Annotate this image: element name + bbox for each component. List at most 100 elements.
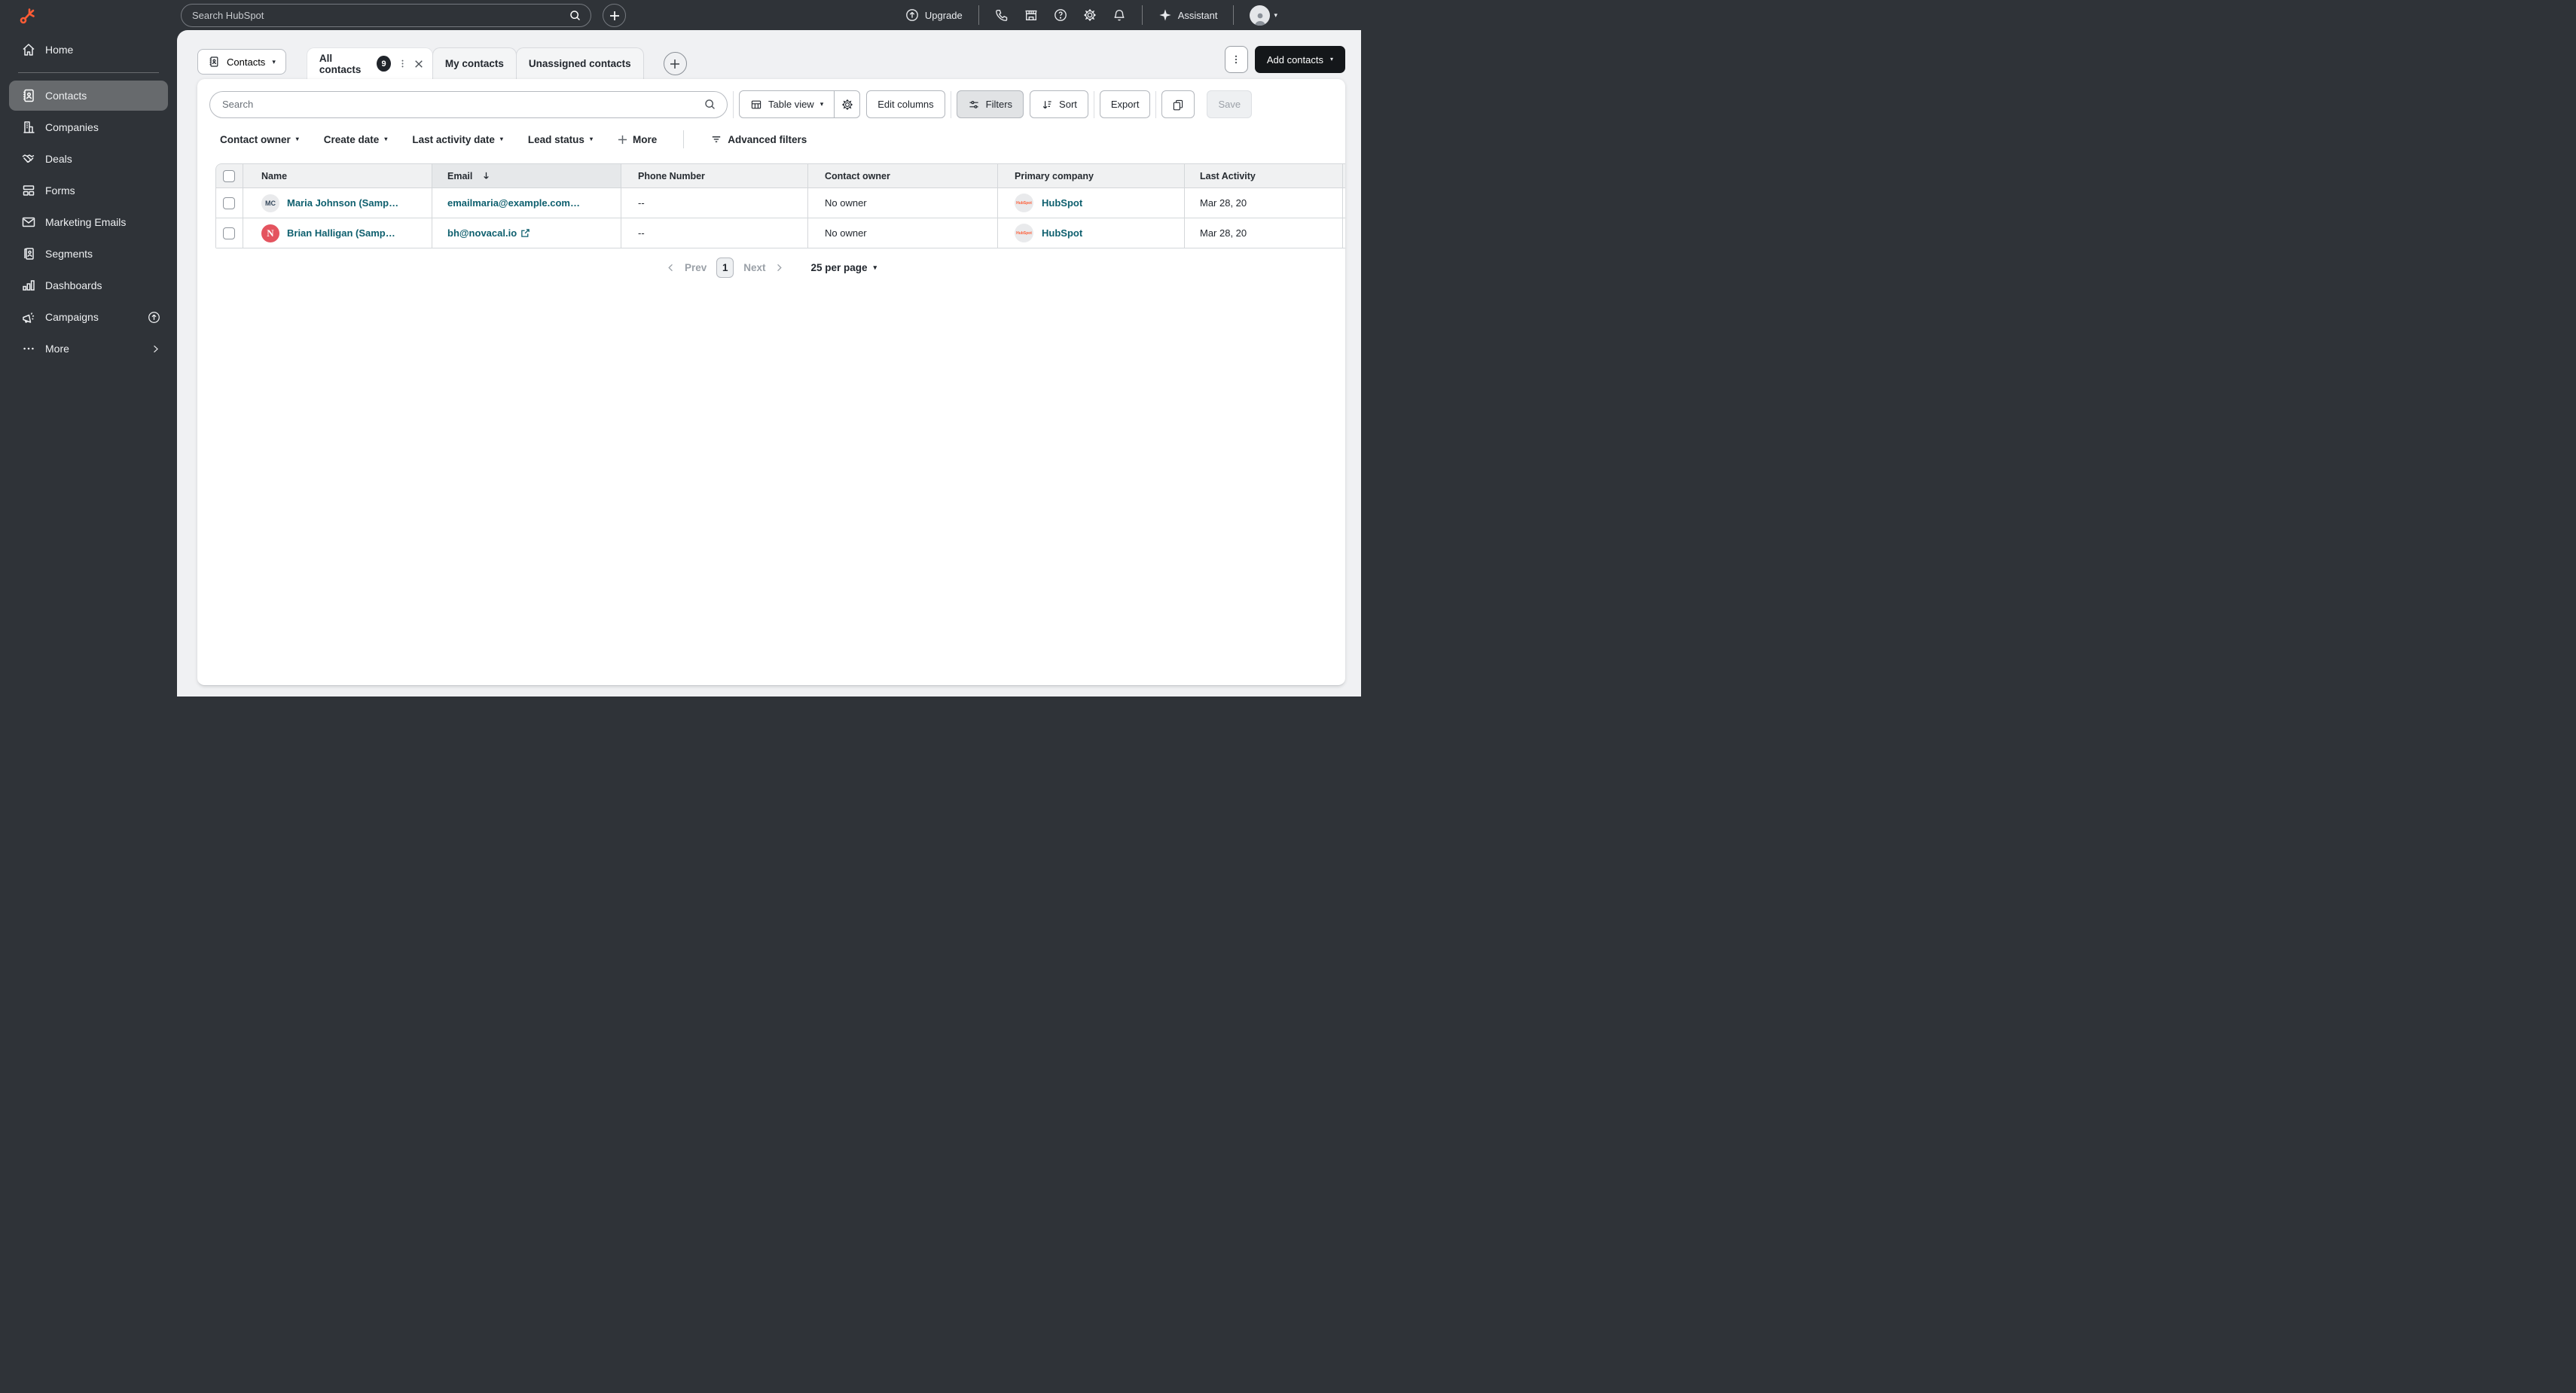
- sidebar-item-dashboards[interactable]: Dashboards: [9, 270, 168, 300]
- tab-all-contacts[interactable]: All contacts 9: [306, 47, 433, 79]
- select-all-cell: [216, 164, 243, 187]
- hubspot-logo[interactable]: [18, 7, 36, 25]
- contacts-table: Name Email Phone Number Contact owner Pr…: [215, 163, 1345, 248]
- last-activity-cell: Mar 28, 20: [1185, 188, 1343, 218]
- filter-last-activity-date[interactable]: Last activity date ▾: [412, 134, 503, 145]
- sidebar: Home Contacts Companies Deals Forms Mark…: [0, 30, 177, 696]
- company-link[interactable]: HubSpot: [1042, 197, 1082, 209]
- save-view-button[interactable]: Save: [1207, 90, 1253, 118]
- table-search-input[interactable]: [222, 99, 704, 110]
- sidebar-item-forms[interactable]: Forms: [9, 175, 168, 206]
- column-header-name[interactable]: Name: [243, 164, 432, 187]
- more-filters-button[interactable]: More: [618, 134, 657, 145]
- contact-name-link[interactable]: Maria Johnson (Samp…: [287, 197, 398, 209]
- close-tab-icon[interactable]: [414, 59, 423, 69]
- column-header-last-activity[interactable]: Last Activity: [1185, 164, 1343, 187]
- sidebar-item-segments[interactable]: Segments: [9, 239, 168, 269]
- sidebar-item-marketing-emails[interactable]: Marketing Emails: [9, 207, 168, 237]
- sidebar-item-deals[interactable]: Deals: [9, 144, 168, 174]
- filters-icon: [968, 99, 980, 111]
- sidebar-item-home[interactable]: Home: [9, 35, 168, 65]
- next-page-button[interactable]: Next: [743, 262, 784, 273]
- assistant-button[interactable]: Assistant: [1158, 8, 1217, 22]
- clone-view-button[interactable]: [1161, 90, 1195, 118]
- tab-options-kebab-icon[interactable]: [398, 59, 407, 69]
- divider: [1141, 5, 1143, 25]
- page-options-kebab-button[interactable]: [1224, 46, 1248, 73]
- add-contacts-button[interactable]: Add contacts ▾: [1254, 46, 1345, 73]
- prev-page-button[interactable]: Prev: [666, 262, 707, 273]
- global-search-input[interactable]: [192, 10, 569, 21]
- sort-descending-icon: [481, 171, 491, 181]
- table-view-dropdown[interactable]: Table view ▾: [739, 90, 835, 118]
- per-page-dropdown[interactable]: 25 per page ▾: [810, 262, 877, 273]
- company-link[interactable]: HubSpot: [1042, 227, 1082, 239]
- advanced-filters-button[interactable]: Advanced filters: [710, 133, 807, 145]
- row-select-cell: [216, 188, 243, 218]
- sidebar-item-more[interactable]: More: [9, 334, 168, 364]
- calling-icon[interactable]: [995, 8, 1009, 22]
- upgrade-circle-icon: [148, 311, 160, 324]
- tab-my-contacts[interactable]: My contacts: [432, 47, 517, 79]
- select-all-checkbox[interactable]: [223, 169, 235, 182]
- divider: [1155, 90, 1157, 118]
- column-header-phone[interactable]: Phone Number: [621, 164, 808, 187]
- tab-unassigned-contacts[interactable]: Unassigned contacts: [515, 47, 644, 79]
- chevron-down-icon: ▾: [1274, 11, 1277, 19]
- upgrade-icon: [905, 8, 919, 22]
- owner-cell: No owner: [808, 188, 998, 218]
- sidebar-item-contacts[interactable]: Contacts: [9, 81, 168, 111]
- contact-name-link[interactable]: Brian Halligan (Samp…: [287, 227, 395, 239]
- ellipsis-icon: [20, 342, 38, 355]
- home-icon: [20, 42, 38, 57]
- sort-button[interactable]: Sort: [1030, 90, 1088, 118]
- settings-icon[interactable]: [1083, 8, 1097, 22]
- divider: [1233, 5, 1235, 25]
- chevron-right-icon: [777, 264, 783, 272]
- chevron-down-icon: ▾: [272, 57, 276, 66]
- help-icon[interactable]: [1054, 8, 1067, 22]
- filters-button[interactable]: Filters: [956, 90, 1024, 118]
- object-switcher-button[interactable]: Contacts ▾: [197, 49, 286, 75]
- filter-contact-owner[interactable]: Contact owner ▾: [220, 134, 299, 145]
- table-search[interactable]: [209, 90, 728, 118]
- sort-icon: [1041, 99, 1053, 111]
- table-row: MC Maria Johnson (Samp… emailmaria@examp…: [215, 188, 1345, 218]
- table-header-row: Name Email Phone Number Contact owner Pr…: [215, 163, 1345, 188]
- global-search[interactable]: [181, 4, 591, 27]
- upgrade-button[interactable]: Upgrade: [905, 8, 963, 22]
- sidebar-item-campaigns[interactable]: Campaigns: [9, 302, 168, 332]
- marketplace-icon[interactable]: [1024, 8, 1038, 22]
- contacts-book-icon: [208, 56, 220, 68]
- company-logo: HubSpot: [1015, 224, 1033, 242]
- table-view-icon: [750, 99, 762, 111]
- phone-cell: --: [621, 188, 808, 218]
- row-checkbox[interactable]: [223, 227, 235, 239]
- sidebar-item-companies[interactable]: Companies: [9, 112, 168, 142]
- page-header: Contacts ▾ All contacts 9 My contacts Un…: [197, 30, 1345, 79]
- column-header-email[interactable]: Email: [432, 164, 621, 187]
- column-header-owner[interactable]: Contact owner: [808, 164, 998, 187]
- filter-lead-status[interactable]: Lead status ▾: [528, 134, 593, 145]
- sidebar-divider: [18, 72, 159, 73]
- divider: [683, 130, 685, 148]
- row-checkbox[interactable]: [223, 197, 235, 209]
- top-navigation: Upgrade Assistant: [0, 0, 1288, 30]
- edit-columns-button[interactable]: Edit columns: [866, 90, 945, 118]
- add-view-button[interactable]: [663, 52, 687, 75]
- account-menu[interactable]: ▾: [1250, 5, 1277, 26]
- view-settings-gear-button[interactable]: [835, 90, 861, 118]
- last-activity-cell: Mar 28, 20: [1185, 218, 1343, 248]
- email-cell: bh@novacal.io: [432, 218, 621, 248]
- page-number-button[interactable]: 1: [716, 258, 734, 278]
- global-create-button[interactable]: [603, 4, 626, 27]
- column-header-company[interactable]: Primary company: [998, 164, 1185, 187]
- filter-create-date[interactable]: Create date ▾: [324, 134, 388, 145]
- notifications-icon[interactable]: [1113, 8, 1126, 22]
- advanced-filters-icon: [710, 133, 722, 145]
- segments-icon: [20, 246, 38, 261]
- contact-email-link[interactable]: bh@novacal.io: [447, 227, 517, 239]
- pagination: Prev 1 Next 25 per page ▾: [197, 258, 1345, 278]
- export-button[interactable]: Export: [1099, 90, 1151, 118]
- contact-email-link[interactable]: emailmaria@example.com…: [447, 197, 580, 209]
